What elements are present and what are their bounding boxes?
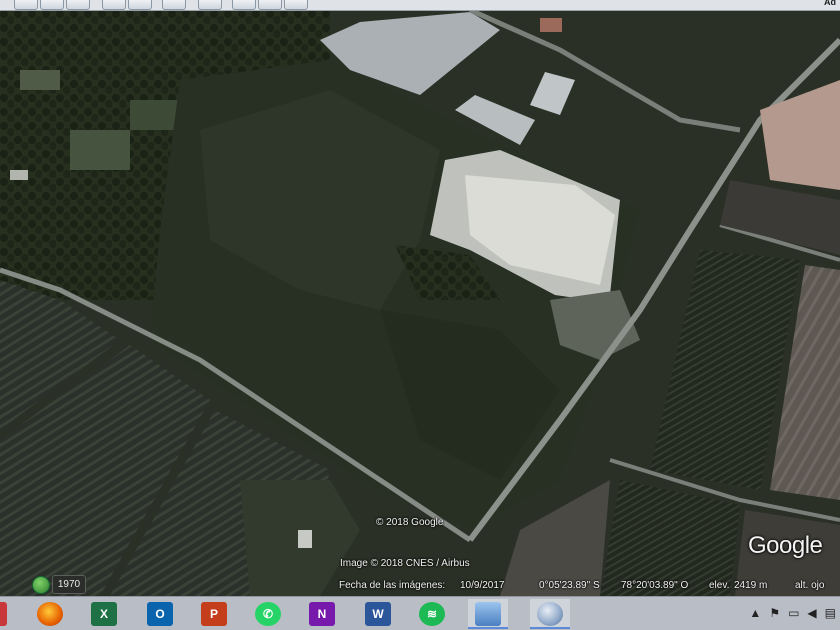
google-logo: Google (748, 532, 823, 559)
word-icon: W (365, 602, 391, 626)
tray-arrow-icon[interactable]: ▲ (749, 606, 761, 620)
toolbar-button[interactable] (102, 0, 126, 10)
taskbar: X O P ✆ N W ≋ ▲ ⚑ ▭ ◀ ▤ (0, 596, 840, 630)
taskbar-outlook[interactable]: O (140, 599, 180, 629)
taskbar-excel[interactable]: X (84, 599, 124, 629)
taskbar-firefox[interactable] (30, 599, 70, 629)
historical-imagery-icon[interactable] (32, 576, 50, 594)
elevation-value: 2419 m (734, 580, 768, 591)
eye-altitude-label: alt. ojo (795, 580, 825, 591)
app-icon (0, 602, 7, 626)
taskbar-photo-viewer[interactable] (468, 599, 508, 629)
toolbar-button[interactable] (284, 0, 308, 10)
system-tray: ▲ ⚑ ▭ ◀ ▤ (749, 606, 836, 620)
toolbar-button[interactable] (14, 0, 38, 10)
volume-icon[interactable]: ◀ (807, 606, 816, 620)
taskbar-item-partial[interactable] (0, 599, 22, 629)
taskbar-powerpoint[interactable]: P (194, 599, 234, 629)
taskbar-word[interactable]: W (358, 599, 398, 629)
taskbar-whatsapp[interactable]: ✆ (248, 599, 288, 629)
timeline-year[interactable]: 1970 (52, 575, 86, 594)
toolbar-button[interactable] (258, 0, 282, 10)
imagery-date-label: Fecha de las imágenes: (339, 580, 446, 591)
taskbar-onenote[interactable]: N (302, 599, 342, 629)
elevation-label: elev. (709, 580, 730, 591)
taskbar-spotify[interactable]: ≋ (412, 599, 452, 629)
whatsapp-icon: ✆ (255, 602, 281, 626)
longitude-readout: 78°20'03.89" O (621, 580, 689, 591)
satellite-map[interactable]: © 2018 Google Image © 2018 CNES / Airbus… (0, 10, 840, 596)
spotify-icon: ≋ (419, 602, 445, 626)
excel-icon: X (91, 602, 117, 626)
outlook-icon: O (147, 602, 173, 626)
taskbar-google-earth-pro[interactable] (530, 599, 570, 629)
toolbar-button[interactable] (198, 0, 222, 10)
satellite-imagery (0, 10, 840, 596)
toolbar-button[interactable] (162, 0, 186, 10)
toolbar-label: Ad (824, 0, 836, 7)
toolbar-button[interactable] (232, 0, 256, 10)
toolbar-button[interactable] (128, 0, 152, 10)
top-toolbar: Ad (0, 0, 840, 11)
imagery-date-value: 10/9/2017 (460, 580, 505, 591)
flag-icon[interactable]: ⚑ (769, 606, 780, 620)
toolbar-button[interactable] (66, 0, 90, 10)
notification-icon[interactable]: ▤ (825, 606, 836, 620)
screen: Ad © 2018 Google Image © 2018 CNES / Air… (0, 0, 840, 630)
latitude-readout: 0°05'23.89" S (539, 580, 600, 591)
firefox-icon (37, 602, 63, 626)
powerpoint-icon: P (201, 602, 227, 626)
toolbar-button[interactable] (40, 0, 64, 10)
google-earth-icon (537, 602, 563, 626)
network-icon[interactable]: ▭ (788, 606, 799, 620)
imagery-copyright: Image © 2018 CNES / Airbus (340, 558, 470, 569)
onenote-icon: N (309, 602, 335, 626)
google-copyright: © 2018 Google (376, 517, 444, 528)
photo-viewer-icon (475, 602, 501, 626)
